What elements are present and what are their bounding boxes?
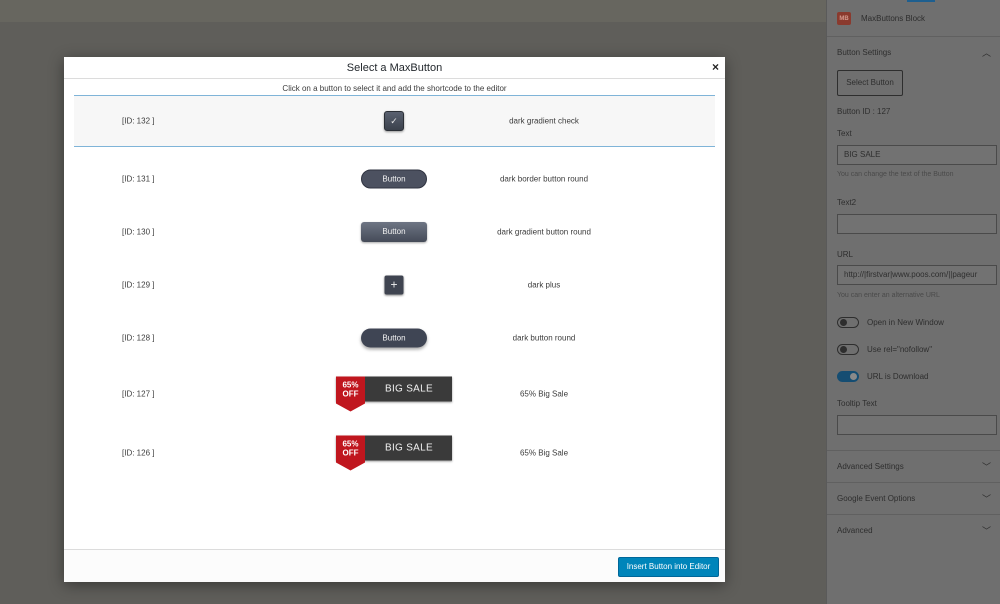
button-name: dark gradient check [509,116,579,126]
preview-button-label: Button [361,328,427,347]
text-input[interactable]: BIG SALE [837,145,997,165]
toggle-new-window[interactable]: Open in New Window [837,317,944,328]
toggle-label: Open in New Window [867,318,944,327]
block-title: MaxButtons Block [861,14,926,23]
button-id-label: Button ID : 127 [837,107,891,116]
text-label: Text [837,129,852,138]
google-event-options-panel-toggle[interactable]: Google Event Options ﹀ [827,482,1000,514]
toggle-label: URL is Download [867,372,929,381]
panel-title: Google Event Options [837,494,916,503]
modal-header: Select a MaxButton × [64,57,725,79]
button-preview[interactable]: Button [361,169,427,188]
text-help: You can change the text of the Button [837,171,954,178]
button-preview[interactable]: 65% OFF BIG SALE [336,376,452,411]
button-id: [ID: 129 ] [122,280,155,289]
button-id: [ID: 132 ] [122,116,155,126]
select-button[interactable]: Select Button [837,70,903,96]
big-sale-button: 65% OFF BIG SALE [336,376,452,411]
plus-icon: + [384,275,404,294]
button-id: [ID: 131 ] [122,174,155,183]
chevron-up-icon: ︿ [981,48,991,58]
block-settings-sidebar: MB MaxButtons Block Button Settings ︿ Se… [826,0,1000,604]
toggle-label: Use rel="nofollow" [867,345,933,354]
button-name: dark gradient button round [497,227,591,236]
editor-top-bar [0,0,826,22]
button-row-132[interactable]: [ID: 132 ] ✓ dark gradient check [74,95,715,147]
advanced-panel-toggle[interactable]: Advanced ﹀ [827,514,1000,546]
url-label: URL [837,250,854,259]
modal-title: Select a MaxButton [346,62,443,74]
maxbuttons-logo-icon: MB [837,12,851,25]
button-preview[interactable]: + [384,275,404,294]
panel-title: Advanced [837,526,873,535]
preview-button-label: BIG SALE [385,442,433,453]
tooltip-input[interactable] [837,415,997,435]
big-sale-button: 65% OFF BIG SALE [336,435,452,470]
modal-footer: Insert Button into Editor [64,549,725,582]
insert-button-into-editor-button[interactable]: Insert Button into Editor [618,557,719,577]
chevron-down-icon: ﹀ [981,494,991,504]
toggle-url-download[interactable]: URL is Download [837,371,929,382]
modal-instructions: Click on a button to select it and add t… [282,84,507,93]
chevron-down-icon: ﹀ [981,526,991,536]
url-help: You can enter an alternative URL [837,292,940,299]
preview-button-label: Button [361,221,427,242]
button-id: [ID: 127 ] [122,389,155,398]
sidebar-tab-indicator [907,0,935,2]
advanced-settings-panel-toggle[interactable]: Advanced Settings ﹀ [827,450,1000,482]
close-icon[interactable]: × [712,61,719,73]
button-row-130[interactable]: [ID: 130 ] Button dark gradient button r… [74,205,715,258]
button-row-129[interactable]: [ID: 129 ] + dark plus [74,258,715,311]
button-id: [ID: 128 ] [122,333,155,342]
button-name: dark plus [527,280,561,289]
button-row-127[interactable]: [ID: 127 ] 65% OFF BIG SALE 65% Big Sale [74,364,715,423]
button-preview[interactable]: Button [361,328,427,347]
block-header: MB MaxButtons Block [837,12,925,25]
discount-tag-text: 65% OFF [342,439,359,457]
button-name: dark border button round [499,174,589,183]
toggle-switch[interactable] [837,371,859,382]
button-id: [ID: 126 ] [122,448,155,457]
chevron-down-icon: ﹀ [981,462,991,472]
button-name: 65% Big Sale [519,448,569,457]
button-row-126[interactable]: [ID: 126 ] 65% OFF BIG SALE 65% Big Sale [74,423,715,482]
button-row-131[interactable]: [ID: 131 ] Button dark border button rou… [74,152,715,205]
button-preview[interactable]: 65% OFF BIG SALE [336,435,452,470]
button-settings-panel-toggle[interactable]: Button Settings ︿ [827,36,1000,68]
panel-title: Button Settings [837,48,892,57]
text2-label: Text2 [837,198,857,207]
preview-button-label: Button [361,169,427,188]
text2-input[interactable] [837,214,997,234]
button-preview[interactable]: ✓ [384,111,404,131]
url-input[interactable]: http://|firstvar|www.poos.com/||pageur [837,265,997,285]
discount-tag-text: 65% OFF [342,380,359,398]
button-list: [ID: 132 ] ✓ dark gradient check [ID: 13… [74,95,715,482]
button-id: [ID: 130 ] [122,227,155,236]
toggle-switch[interactable] [837,317,859,328]
toggle-switch[interactable] [837,344,859,355]
tooltip-label: Tooltip Text [837,399,877,408]
button-preview[interactable]: Button [361,221,427,242]
button-row-128[interactable]: [ID: 128 ] Button dark button round [74,311,715,364]
toggle-nofollow[interactable]: Use rel="nofollow" [837,344,932,355]
preview-button-label: BIG SALE [385,383,433,394]
panel-title: Advanced Settings [837,462,904,471]
button-name: 65% Big Sale [519,389,569,398]
button-name: dark button round [512,333,576,342]
check-icon: ✓ [384,111,404,131]
select-maxbutton-modal: Select a MaxButton × Click on a button t… [64,57,725,582]
